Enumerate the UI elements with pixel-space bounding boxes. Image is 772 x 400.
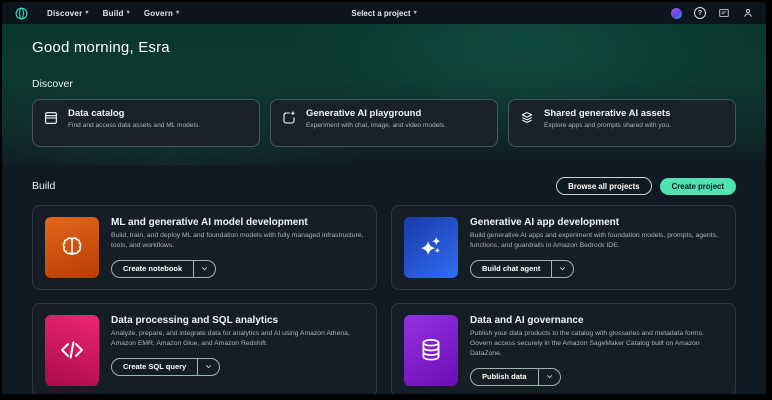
- chevron-down-icon: ▾: [414, 10, 417, 16]
- build-section-label: Build: [32, 180, 55, 192]
- card-title: Data catalog: [68, 108, 200, 119]
- create-sql-query-button[interactable]: Create SQL query: [112, 359, 197, 375]
- card-description: Build, train, and deploy ML and foundati…: [111, 231, 364, 251]
- publish-data-dropdown[interactable]: [538, 369, 560, 385]
- card-generative-ai-playground[interactable]: Generative AI playground Experiment with…: [270, 99, 498, 147]
- nav-menu-discover[interactable]: Discover ▾: [47, 9, 89, 18]
- nav-menu-label: Govern: [144, 9, 173, 18]
- card-title: Shared generative AI assets: [544, 108, 671, 119]
- sagemaker-unified-studio-logo-icon[interactable]: [14, 6, 29, 21]
- build-chat-agent-split-button: Build chat agent: [470, 260, 574, 278]
- amazon-q-icon[interactable]: [670, 7, 682, 19]
- app-window: Discover ▾ Build ▾ Govern ▾ Select a pro…: [2, 2, 766, 394]
- catalog-icon: [43, 110, 59, 126]
- nav-menu-build[interactable]: Build ▾: [103, 9, 130, 18]
- card-ml-model-development: ML and generative AI model development B…: [32, 205, 377, 290]
- create-sql-query-dropdown[interactable]: [197, 359, 219, 375]
- card-generative-ai-app-development: Generative AI app development Build gene…: [391, 205, 736, 290]
- playground-icon: [281, 110, 297, 126]
- discover-section-label: Discover: [32, 78, 736, 90]
- card-title: Generative AI app development: [470, 217, 723, 228]
- layers-icon: [519, 110, 535, 126]
- build-section: Build Browse all projects Create project: [2, 165, 766, 394]
- sparkles-icon: [404, 217, 458, 278]
- chevron-down-icon: ▾: [85, 10, 88, 16]
- discover-card-row: Data catalog Find and access data assets…: [32, 99, 736, 147]
- card-title: ML and generative AI model development: [111, 217, 364, 228]
- card-description: Publish your data products to the catalo…: [470, 329, 723, 360]
- create-project-button[interactable]: Create project: [660, 178, 736, 195]
- hero-banner: Good morning, Esra Discover Data catalog…: [2, 24, 766, 165]
- create-notebook-button[interactable]: Create notebook: [112, 261, 193, 277]
- chevron-down-icon: ▾: [127, 10, 130, 16]
- profile-icon[interactable]: [742, 7, 754, 19]
- database-icon: [404, 315, 458, 386]
- top-navigation: Discover ▾ Build ▾ Govern ▾ Select a pro…: [2, 2, 766, 24]
- create-sql-query-split-button: Create SQL query: [111, 358, 220, 376]
- build-chat-agent-dropdown[interactable]: [551, 261, 573, 277]
- project-selector-label: Select a project: [351, 9, 410, 18]
- build-card-grid: ML and generative AI model development B…: [32, 205, 736, 394]
- nav-menu-label: Build: [103, 9, 124, 18]
- create-notebook-dropdown[interactable]: [193, 261, 215, 277]
- code-icon: [45, 315, 99, 386]
- card-title: Generative AI playground: [306, 108, 446, 119]
- card-data-processing-sql-analytics: Data processing and SQL analytics Analyz…: [32, 303, 377, 394]
- nav-menu-label: Discover: [47, 9, 82, 18]
- card-description: Analyze, prepare, and integrate data for…: [111, 329, 364, 349]
- feedback-icon[interactable]: [718, 7, 730, 19]
- card-description: Find and access data assets and ML model…: [68, 122, 200, 131]
- card-title: Data and AI governance: [470, 315, 723, 326]
- card-data-ai-governance: Data and AI governance Publish your data…: [391, 303, 736, 394]
- card-description: Explore apps and prompts shared with you…: [544, 122, 671, 131]
- card-data-catalog[interactable]: Data catalog Find and access data assets…: [32, 99, 260, 147]
- publish-data-split-button: Publish data: [470, 368, 561, 386]
- card-title: Data processing and SQL analytics: [111, 315, 364, 326]
- publish-data-button[interactable]: Publish data: [471, 369, 538, 385]
- card-description: Build generative AI apps and experiment …: [470, 231, 723, 251]
- page-title: Good morning, Esra: [32, 39, 736, 56]
- nav-menu-govern[interactable]: Govern ▾: [144, 9, 179, 18]
- card-description: Experiment with chat, image, and video m…: [306, 122, 446, 131]
- brain-icon: [45, 217, 99, 278]
- project-selector[interactable]: Select a project ▾: [351, 9, 416, 18]
- chevron-down-icon: ▾: [176, 10, 179, 16]
- browse-all-projects-button[interactable]: Browse all projects: [556, 177, 652, 195]
- create-notebook-split-button: Create notebook: [111, 260, 216, 278]
- help-icon[interactable]: ?: [694, 7, 706, 19]
- build-chat-agent-button[interactable]: Build chat agent: [471, 261, 551, 277]
- card-shared-generative-ai-assets[interactable]: Shared generative AI assets Explore apps…: [508, 99, 736, 147]
